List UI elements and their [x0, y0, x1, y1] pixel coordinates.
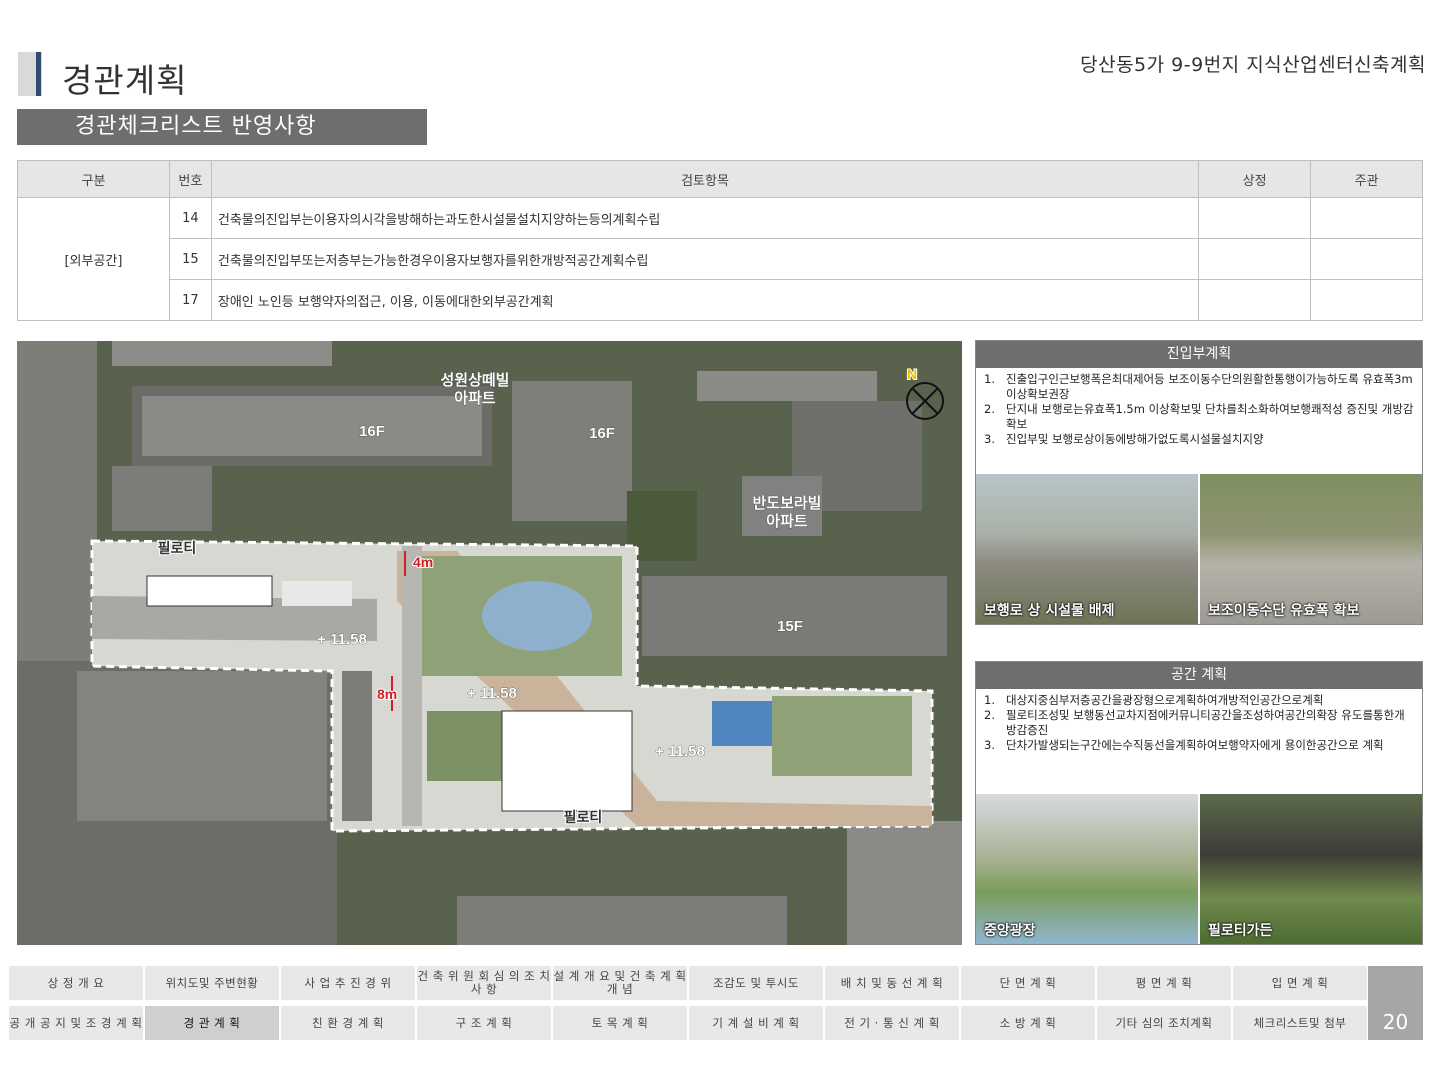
entry-photos: 보행로 상 시설물 배제 보조이동수단 유효폭 확보	[976, 474, 1422, 624]
entry-plan-panel: 진입부계획 1. 진출입구인근보행폭은최대제어등 보조이동수단의원활한통행이가능하…	[975, 340, 1423, 625]
table-row: [외부공간] 14 건축물의진입부는이용자의시각을방해하는과도한시설물설치지양하…	[17, 197, 1423, 321]
checklist-table: 구분 번호 검토항목 상정 주관 [외부공간] 14 건축물의진입부는이용자의시…	[17, 160, 1423, 321]
row-owner	[1310, 238, 1423, 280]
row-number: 14	[168, 197, 212, 239]
section-title: 경관체크리스트 반영사항	[17, 109, 427, 145]
level-label: + 11.58	[467, 685, 517, 702]
panel-title: 진입부계획	[976, 341, 1422, 368]
apartment-label: 성원상떼빌	[440, 371, 509, 389]
photo: 중앙광장	[976, 794, 1198, 944]
row-number: 15	[168, 238, 212, 280]
nav-item[interactable]: 상 정 개 요	[9, 966, 143, 1000]
nav-item[interactable]: 토 목 계 획	[553, 1006, 687, 1040]
north-arrow-icon: N	[907, 366, 917, 382]
nav-item[interactable]: 건 축 위 원 회 심 의 조 치 사 항	[417, 966, 551, 1000]
nav-item[interactable]: 위치도및 주변현황	[145, 966, 279, 1000]
dimension-label: 4m	[413, 554, 433, 570]
list-item: 1. 진출입구인근보행폭은최대제어등 보조이동수단의원활한통행이가능하도록 유효폭…	[984, 372, 1413, 401]
column-header: 검토항목	[210, 160, 1200, 198]
title-accent-bar	[36, 52, 41, 96]
photo-caption: 보조이동수단 유효폭 확보	[1208, 603, 1360, 619]
row-status	[1198, 238, 1312, 280]
column-header: 구분	[17, 160, 170, 198]
row-item: 장애인 노인등 보행약자의접근, 이용, 이동에대한외부공간계획	[210, 279, 1200, 321]
photo: 보조이동수단 유효폭 확보	[1200, 474, 1422, 624]
row-status	[1198, 197, 1312, 239]
page-number: 20	[1368, 966, 1423, 1040]
row-owner	[1310, 279, 1423, 321]
page-title: 경관계획	[62, 61, 188, 100]
column-header: 번호	[168, 160, 212, 198]
nav-item[interactable]: 사 업 추 진 경 위	[281, 966, 415, 1000]
column-header: 주관	[1310, 160, 1423, 198]
photo: 필로티가든	[1200, 794, 1422, 944]
apartment-label: 아파트	[454, 390, 496, 407]
floor-label: 15F	[777, 618, 803, 635]
nav-item[interactable]: 공 개 공 지 및 조 경 계 획	[9, 1006, 143, 1040]
photo-caption: 중앙광장	[984, 923, 1036, 939]
nav-item[interactable]: 기타 심의 조치계획	[1097, 1006, 1231, 1040]
list-item: 2. 단지내 보행로는유효폭1.5m 이상확보및 단차를최소화하여보행쾌적성 증진…	[984, 402, 1414, 431]
site-plan-image: 성원상떼빌 아파트 16F 16F 반도보라빌 아파트 15F 필로티 필로티 …	[17, 341, 962, 945]
space-plan-list: 1. 대상지중심부저층공간을광장형으로계획하여개방적인공간으로계획 2. 필로티조성…	[976, 689, 1422, 755]
nav-item[interactable]: 평 면 계 획	[1097, 966, 1231, 1000]
site-plan-drawing: 성원상떼빌 아파트 16F 16F 반도보라빌 아파트 15F 필로티 필로티 …	[17, 341, 962, 945]
photo-caption: 필로티가든	[1208, 923, 1273, 939]
row-item: 건축물의진입부또는저층부는가능한경우이용자보행자를위한개방적공간계획수립	[210, 238, 1200, 280]
nav-item[interactable]: 기 계 설 비 계 획	[689, 1006, 823, 1040]
table-row: 15 건축물의진입부또는저층부는가능한경우이용자보행자를위한개방적공간계획수립	[18, 238, 1423, 280]
nav-item[interactable]: 체크리스트및 첨부	[1233, 1006, 1367, 1040]
entry-plan-list: 1. 진출입구인근보행폭은최대제어등 보조이동수단의원활한통행이가능하도록 유효폭…	[976, 368, 1422, 449]
table-header-row: 구분 번호 검토항목 상정 주관	[17, 160, 1423, 198]
floor-label: 16F	[589, 425, 615, 442]
nav-item[interactable]: 입 면 계 획	[1233, 966, 1367, 1000]
space-plan-panel: 공간 계획 1. 대상지중심부저층공간을광장형으로계획하여개방적인공간으로계획 2…	[975, 661, 1423, 945]
nav-item[interactable]: 전 기 · 통 신 계 획	[825, 1006, 959, 1040]
space-photos: 중앙광장 필로티가든	[976, 794, 1422, 944]
level-label: + 11.58	[317, 631, 367, 648]
nav-item[interactable]: 조감도 및 투시도	[689, 966, 823, 1000]
level-label: + 11.58	[655, 743, 705, 760]
row-owner	[1310, 197, 1423, 239]
list-item: 3. 진입부및 보행로상이동에방해가없도록시설물설치지양	[984, 432, 1264, 446]
piloti-label: 필로티	[158, 540, 197, 556]
row-number: 17	[168, 279, 212, 321]
project-name: 당산동5가 9-9번지 지식산업센터신축계획	[1080, 54, 1426, 76]
nav-item[interactable]: 설 계 개 요 및 건 축 계 획 개 념	[553, 966, 687, 1000]
nav-item-active[interactable]: 경 관 계 획	[145, 1006, 279, 1040]
dimension-label: 8m	[377, 686, 397, 702]
list-item: 2. 필로티조성및 보행동선교차지점에커뮤니티공간을조성하여공간의확장 유도를통한…	[984, 708, 1405, 737]
panel-title: 공간 계획	[976, 662, 1422, 689]
category-cell: [외부공간]	[17, 197, 170, 321]
apartment-label: 반도보라빌	[752, 495, 821, 512]
list-item: 3. 단차가발생되는구간에는수직동선을계획하여보행약자에게 용이한공간으로 계획	[984, 738, 1384, 752]
column-header: 상정	[1198, 160, 1312, 198]
nav-item[interactable]: 친 환 경 계 획	[281, 1006, 415, 1040]
row-status	[1198, 279, 1312, 321]
table-row: 17 장애인 노인등 보행약자의접근, 이용, 이동에대한외부공간계획	[18, 279, 1423, 321]
row-item: 건축물의진입부는이용자의시각을방해하는과도한시설물설치지양하는등의계획수립	[210, 197, 1200, 239]
photo: 보행로 상 시설물 배제	[976, 474, 1198, 624]
nav-item[interactable]: 배 치 및 동 선 계 획	[825, 966, 959, 1000]
piloti-label: 필로티	[564, 809, 603, 825]
floor-label: 16F	[359, 423, 385, 440]
nav-item[interactable]: 구 조 계 획	[417, 1006, 551, 1040]
nav-item[interactable]: 소 방 계 획	[961, 1006, 1095, 1040]
nav-item[interactable]: 단 면 계 획	[961, 966, 1095, 1000]
apartment-label: 아파트	[766, 513, 808, 530]
list-item: 1. 대상지중심부저층공간을광장형으로계획하여개방적인공간으로계획	[984, 693, 1324, 707]
photo-caption: 보행로 상 시설물 배제	[984, 603, 1115, 619]
